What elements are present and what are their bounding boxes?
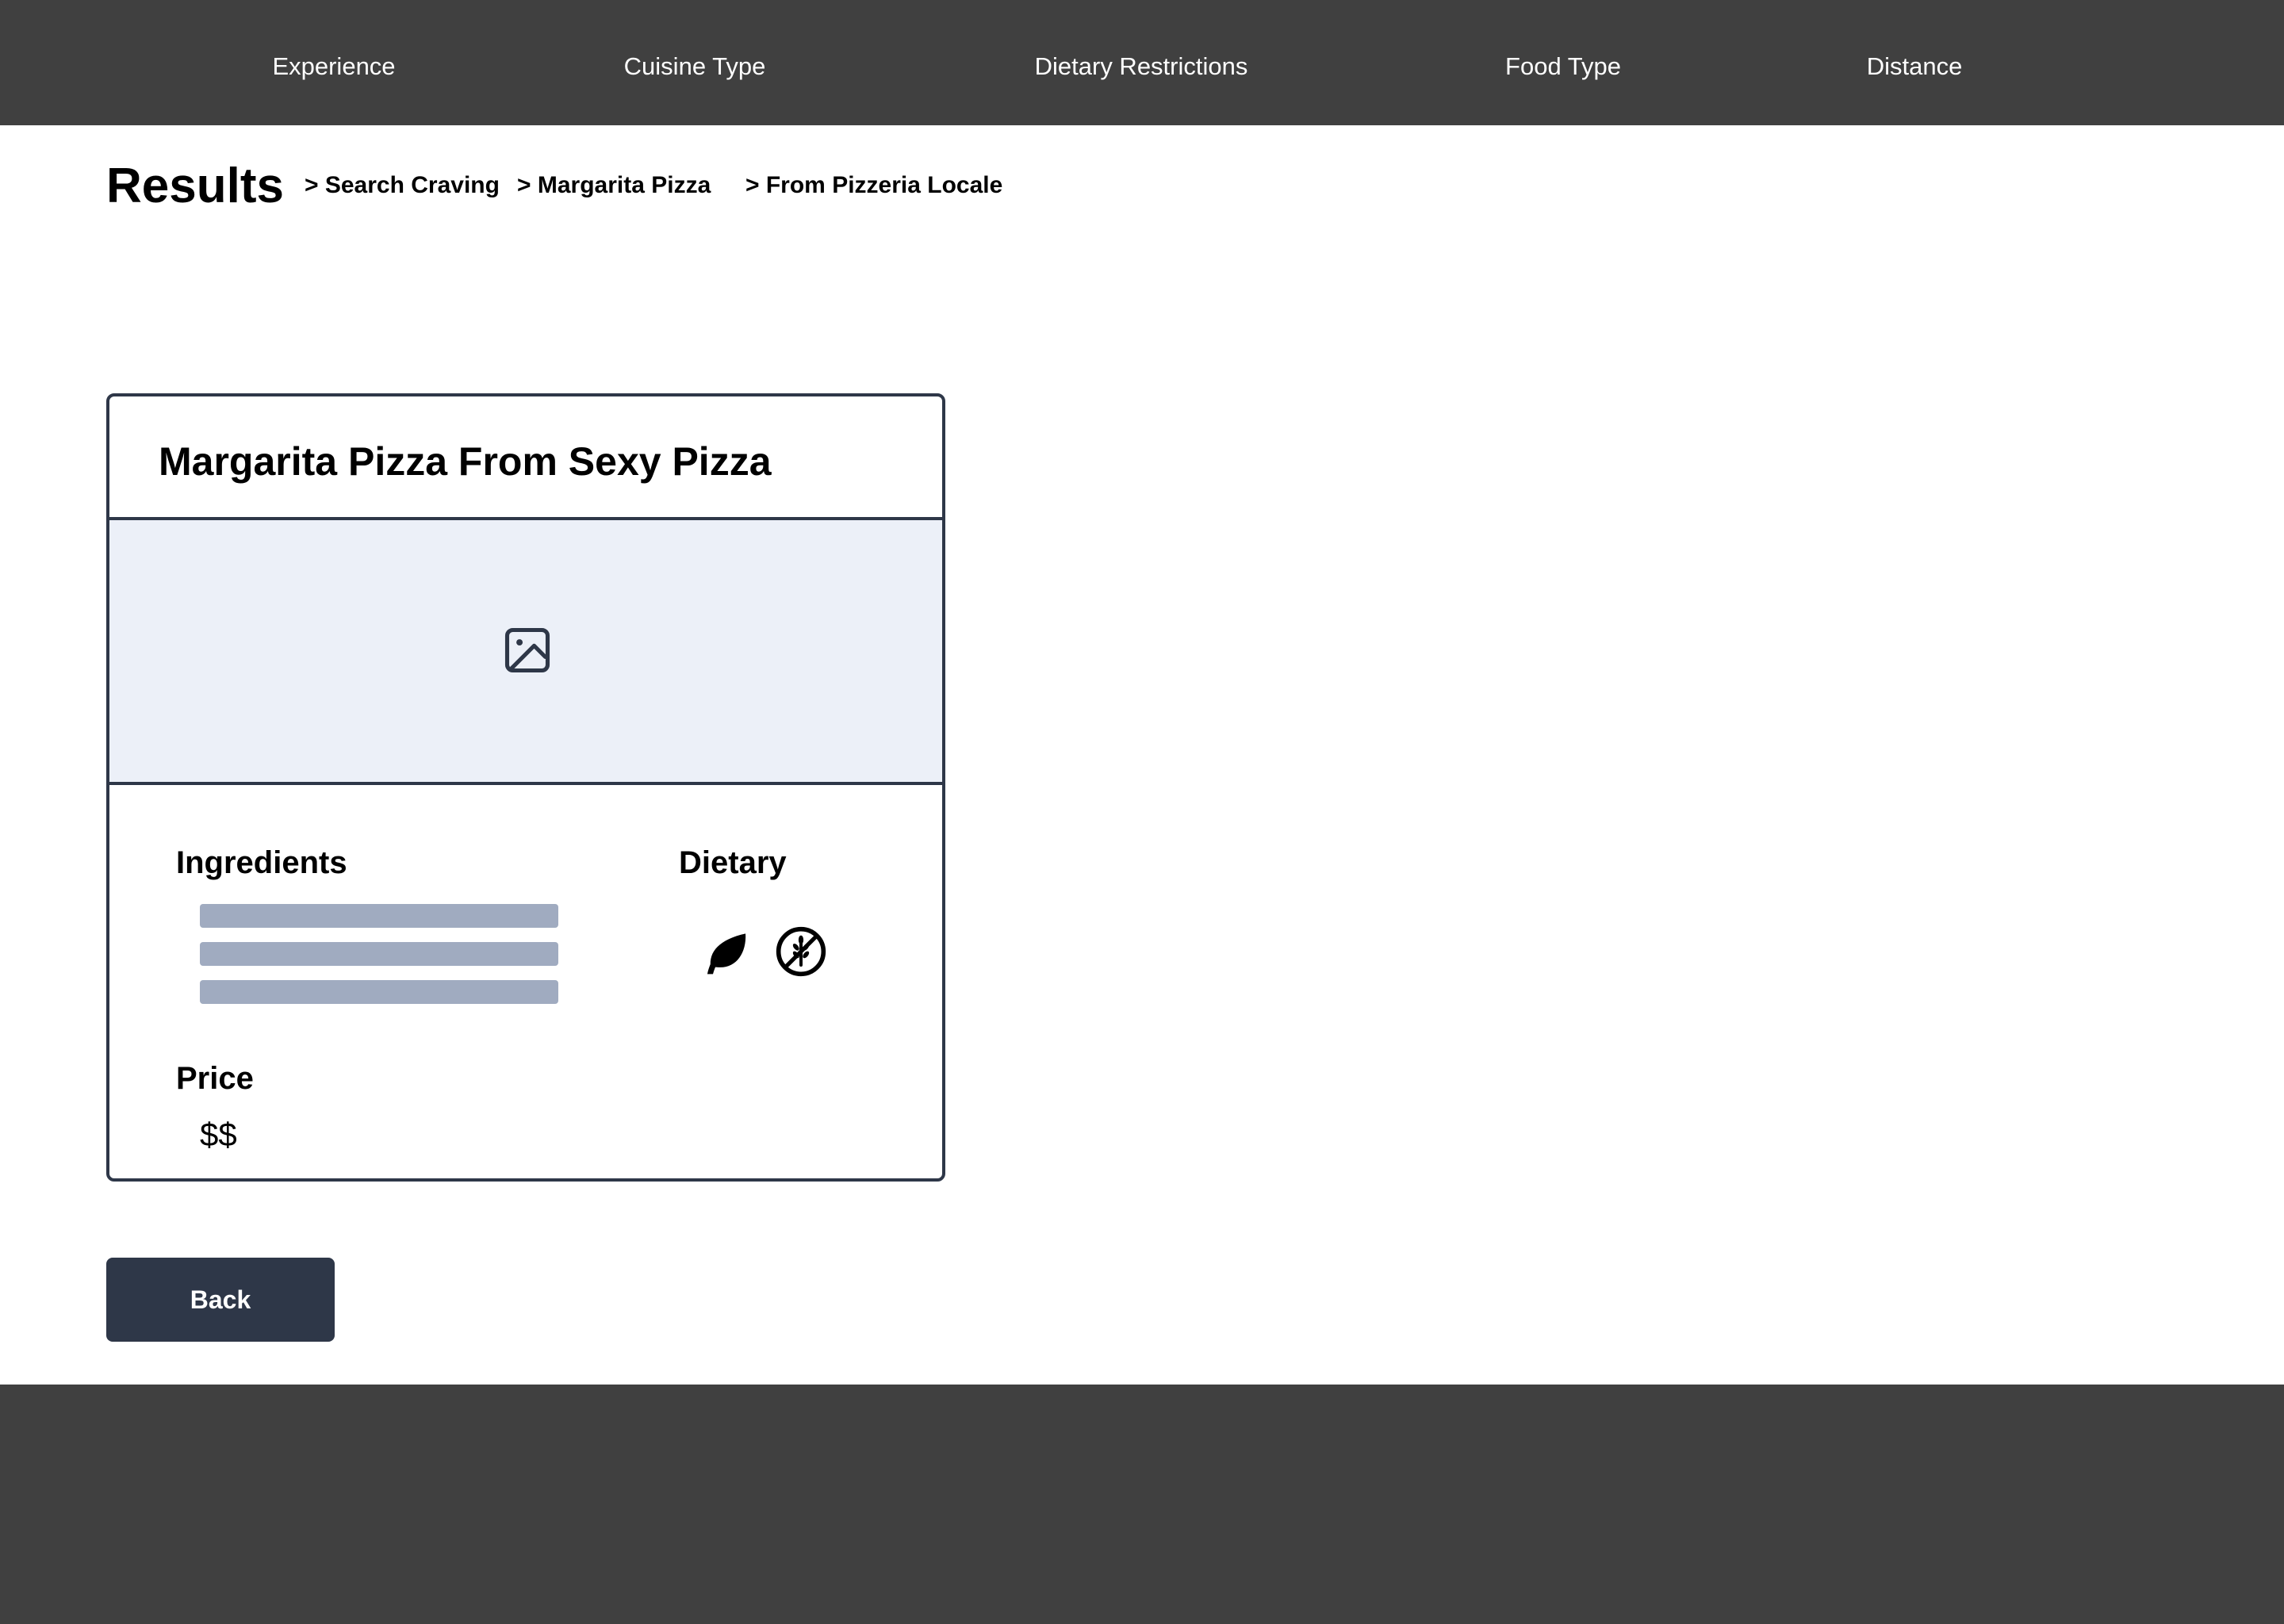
- nav-item-cuisine-type[interactable]: Cuisine Type: [624, 52, 766, 81]
- gluten-free-icon: [776, 926, 826, 977]
- breadcrumb-from-pizzeria-locale[interactable]: > From Pizzeria Locale: [745, 171, 1002, 200]
- card-title: Margarita Pizza From Sexy Pizza: [159, 439, 772, 484]
- result-card: Margarita Pizza From Sexy Pizza Ingredie…: [106, 393, 945, 1182]
- nav-item-dietary-restrictions[interactable]: Dietary Restrictions: [1035, 52, 1248, 81]
- page-title: Results: [106, 159, 284, 213]
- ingredient-placeholder-line: [200, 980, 558, 1004]
- nav-item-experience[interactable]: Experience: [272, 52, 395, 81]
- ingredients-label: Ingredients: [176, 845, 347, 880]
- card-header: Margarita Pizza From Sexy Pizza: [109, 396, 942, 520]
- image-placeholder-icon: [504, 627, 550, 673]
- back-button[interactable]: Back: [106, 1258, 335, 1342]
- breadcrumb-search-craving[interactable]: > Search Craving: [305, 171, 500, 200]
- price-value: $$: [200, 1116, 237, 1153]
- card-image-placeholder: [109, 520, 942, 785]
- dietary-label: Dietary: [679, 845, 787, 880]
- footer: [0, 1385, 2284, 1624]
- nav-item-food-type[interactable]: Food Type: [1505, 52, 1621, 81]
- price-label: Price: [176, 1061, 254, 1096]
- leaf-icon: [707, 933, 746, 975]
- ingredient-placeholder-line: [200, 904, 558, 928]
- ingredient-placeholder-line: [200, 942, 558, 966]
- breadcrumb-margarita-pizza[interactable]: > Margarita Pizza: [517, 171, 711, 200]
- nav-item-distance[interactable]: Distance: [1867, 52, 1963, 81]
- top-navigation-bar: Experience Cuisine Type Dietary Restrict…: [0, 0, 2284, 125]
